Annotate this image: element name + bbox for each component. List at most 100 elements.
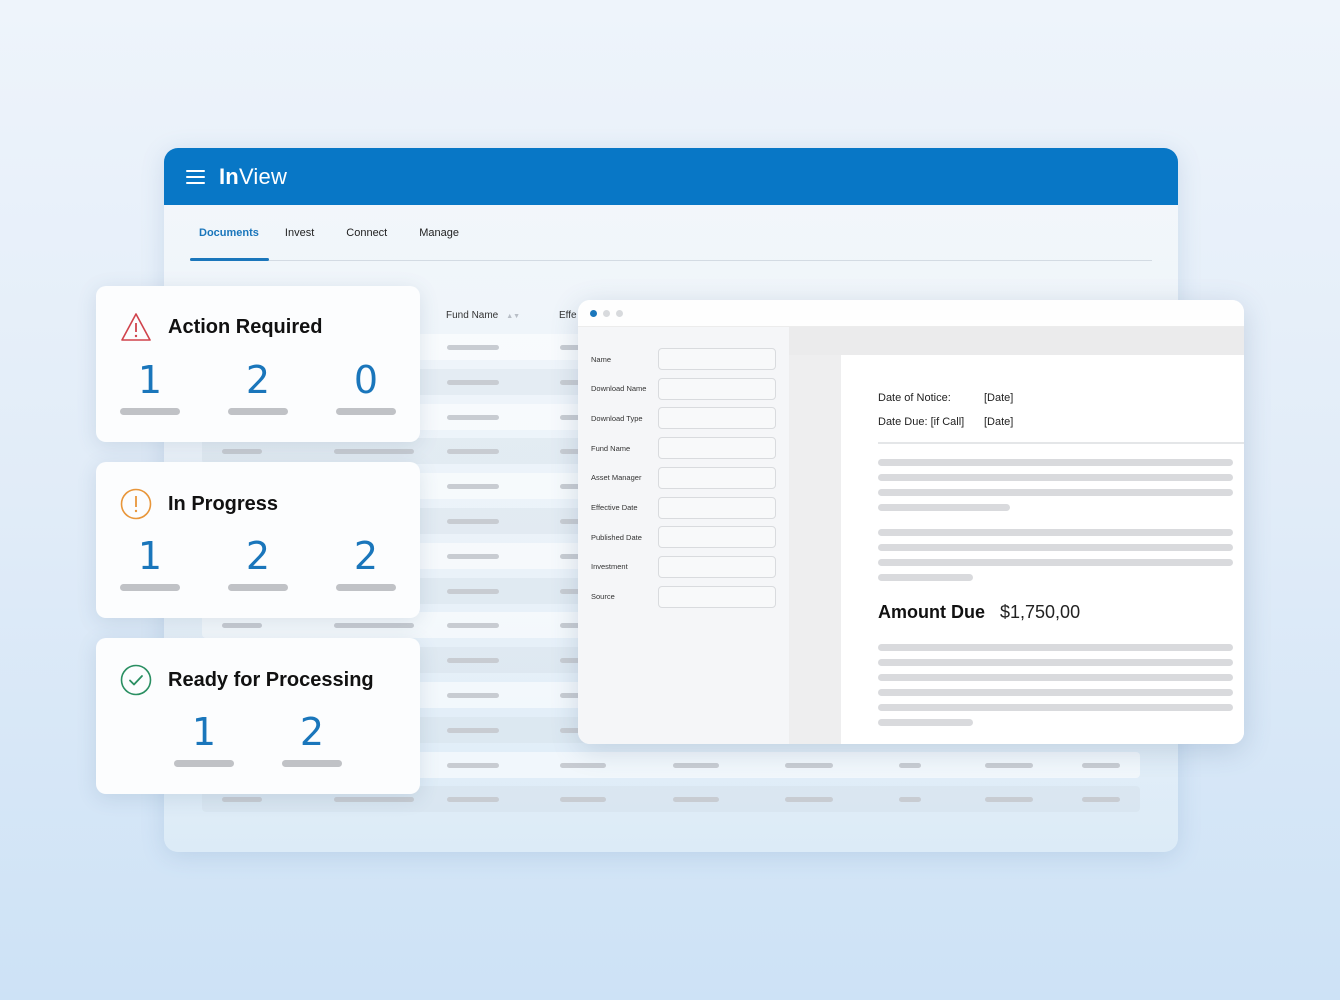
count-item[interactable]: 2: [228, 358, 288, 415]
cell-placeholder: [334, 797, 414, 803]
text-placeholder-line: [878, 544, 1233, 551]
text-placeholder-line: [878, 489, 1233, 496]
count-label-placeholder: [336, 408, 396, 415]
check-circle-icon: [120, 664, 152, 696]
window-dot[interactable]: [603, 309, 610, 317]
field-label: Published Date: [591, 532, 642, 542]
field-label: Download Name: [591, 384, 647, 394]
count-value: 0: [353, 358, 379, 402]
window-dot[interactable]: [616, 309, 623, 317]
field-input[interactable]: [658, 437, 776, 460]
tab-manage[interactable]: Manage: [403, 205, 475, 260]
count-item[interactable]: 0: [336, 358, 396, 415]
status-card-ready-for-processing[interactable]: Ready for Processing 1 2: [96, 638, 420, 794]
form-field-fund-name: Fund Name: [591, 437, 776, 460]
count-item[interactable]: 1: [120, 534, 180, 591]
count-label-placeholder: [120, 584, 180, 591]
document-window: Name Download Name Download Type Fund Name A…: [578, 300, 1244, 744]
cell-placeholder: [560, 797, 606, 803]
cell-placeholder: [1082, 797, 1120, 803]
tab-connect[interactable]: Connect: [330, 205, 403, 260]
card-header: In Progress: [120, 488, 278, 520]
field-label: Asset Manager: [591, 473, 642, 483]
field-input[interactable]: [658, 377, 776, 400]
column-header-fund-name[interactable]: Fund Name ▲▼: [446, 310, 520, 321]
cell-placeholder: [447, 379, 499, 385]
card-title: Action Required: [168, 315, 323, 338]
count-item[interactable]: 2: [336, 534, 396, 591]
preview-gutter: [789, 327, 841, 744]
field-label: Download Type: [591, 413, 643, 423]
count-value: 1: [191, 710, 217, 754]
field-input[interactable]: [658, 496, 776, 519]
cell-placeholder: [560, 762, 606, 768]
form-field-download-type: Download Type: [591, 407, 776, 430]
date-due: Date Due: [if Call] [Date]: [878, 416, 1013, 428]
count-label-placeholder: [174, 760, 234, 767]
nav-tabs: Documents Invest Connect Manage: [190, 205, 1152, 261]
field-label: Name: [591, 354, 612, 364]
brand-light: View: [238, 163, 288, 189]
cell-placeholder: [447, 345, 499, 350]
cell-placeholder: [222, 623, 262, 629]
count-label-placeholder: [120, 408, 180, 415]
field-input[interactable]: [658, 526, 776, 549]
cell-placeholder: [673, 797, 719, 803]
text-placeholder-line: [878, 574, 973, 581]
text-placeholder-line: [878, 674, 1233, 681]
count-item[interactable]: 2: [228, 534, 288, 591]
cell-placeholder: [447, 484, 499, 490]
cell-placeholder: [447, 727, 499, 733]
field-label: Fund Name: [591, 443, 631, 453]
text-placeholder-line: [878, 644, 1233, 651]
warning-triangle-icon: [121, 313, 151, 341]
document-preview: Date of Notice: [Date] Date Due: [if Call…: [841, 355, 1244, 744]
count-label-placeholder: [336, 584, 396, 591]
cell-placeholder: [447, 519, 499, 524]
field-input[interactable]: [658, 555, 776, 578]
form-field-published-date: Published Date: [591, 526, 776, 549]
form-field-download-name: Download Name: [591, 377, 776, 400]
cell-placeholder: [673, 762, 719, 768]
cell-placeholder: [785, 797, 833, 803]
count-label-placeholder: [228, 584, 288, 591]
form-field-name: Name: [591, 348, 776, 370]
date-due-value: [Date]: [984, 416, 1014, 428]
amount-due-label: Amount Due: [878, 602, 985, 622]
cell-placeholder: [447, 658, 499, 664]
count-item[interactable]: 1: [120, 358, 180, 415]
form-field-investment: Investment: [591, 555, 776, 578]
count-value: 2: [353, 534, 379, 578]
column-header-effective[interactable]: Effe: [559, 310, 577, 321]
status-card-in-progress[interactable]: In Progress 1 2 2: [96, 462, 420, 618]
field-input[interactable]: [658, 466, 776, 489]
field-label: Effective Date: [591, 503, 638, 512]
tab-documents[interactable]: Documents: [190, 205, 269, 261]
date-of-notice-label: Date of Notice:: [878, 392, 951, 404]
count-item[interactable]: 2: [282, 710, 342, 767]
brand-bold: In: [219, 163, 239, 189]
cell-placeholder: [447, 762, 499, 768]
cell-placeholder: [447, 797, 499, 803]
cell-placeholder: [985, 797, 1033, 803]
window-dot-active[interactable]: [590, 309, 597, 317]
cell-placeholder: [899, 762, 921, 768]
field-input[interactable]: [658, 585, 776, 608]
cell-placeholder: [1082, 762, 1120, 768]
status-card-action-required[interactable]: Action Required 1 2 0: [96, 286, 420, 442]
count-label-placeholder: [228, 408, 288, 415]
card-header: Ready for Processing: [120, 664, 374, 696]
field-input[interactable]: [658, 407, 776, 430]
cell-placeholder: [447, 693, 499, 698]
count-item[interactable]: 1: [174, 710, 234, 767]
hamburger-menu-icon[interactable]: [186, 169, 205, 184]
field-input[interactable]: [658, 348, 776, 370]
date-due-label: Date Due: [if Call]: [878, 416, 965, 428]
date-of-notice: Date of Notice: [Date]: [878, 392, 1013, 404]
text-placeholder-line: [878, 559, 1233, 566]
count-value: 2: [299, 710, 325, 754]
tab-invest[interactable]: Invest: [269, 205, 330, 260]
form-field-source: Source: [591, 585, 776, 608]
sort-icon[interactable]: ▲▼: [506, 313, 520, 320]
cell-placeholder: [222, 797, 262, 803]
